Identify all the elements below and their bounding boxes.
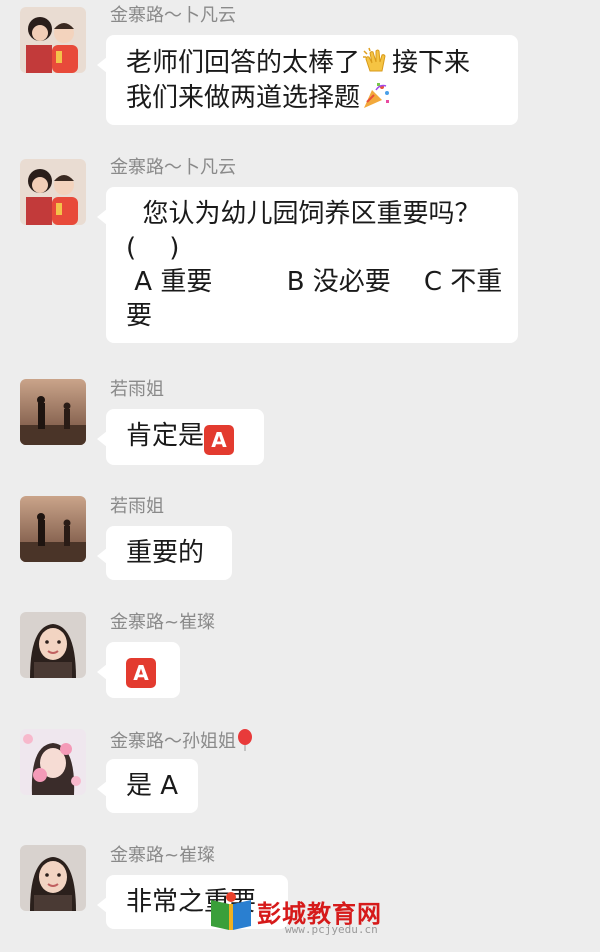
message-line: 要 [126, 299, 498, 333]
message-bubble[interactable]: 您认为幼儿园饲养区重要吗？ ( ) A 重要 B 没必要 C 不重要 [97, 187, 518, 343]
message-line: 肯定是 A [126, 419, 244, 455]
message-text: 肯定是 [126, 421, 205, 451]
message-line: 是 A [126, 769, 178, 803]
sender-name: 金寨路~崔璨 [110, 845, 216, 866]
message-text: 我们来做两道选择题 [126, 83, 361, 113]
message-text: 您认为幼儿园饲养区重要吗？ [126, 199, 481, 229]
party-popper-icon [360, 80, 392, 112]
girl-portrait-avatar[interactable] [20, 612, 86, 678]
girl-portrait-avatar[interactable] [20, 845, 86, 911]
message-bubble[interactable]: 肯定是 A [97, 409, 264, 465]
message-text: 重要的 [126, 538, 205, 568]
message-bubble[interactable]: 老师们回答的太棒了 接下来我们来做两道选择题 [97, 35, 518, 125]
mother-and-child-avatar[interactable] [20, 7, 86, 73]
girl-with-stickers-avatar[interactable] [20, 729, 86, 795]
message-text: A 重要 B 没必要 C 不重 [126, 267, 503, 297]
book-logo-icon [211, 892, 251, 930]
message-bubble[interactable]: A [97, 642, 180, 698]
a-button-emoji-icon: A [126, 658, 156, 688]
site-watermark: 彭城教育网 www.pcjyedu.cn [205, 890, 405, 940]
clapping-hands-icon [360, 45, 392, 77]
sender-name: 若雨姐 [110, 379, 164, 400]
message-line: A [126, 652, 160, 688]
message-bubble[interactable]: 重要的 [97, 526, 232, 580]
message-bubble[interactable]: 是 A [97, 759, 198, 813]
sunset-landscape-avatar[interactable] [20, 379, 86, 445]
message-text: ( ) [126, 233, 180, 263]
sunset-landscape-avatar[interactable] [20, 496, 86, 562]
message-text: 接下来 [392, 48, 471, 78]
sender-name: 金寨路～孙姐姐 [110, 729, 254, 753]
message-line: 重要的 [126, 536, 212, 570]
message-text: 是 A [126, 771, 179, 801]
message-line: A 重要 B 没必要 C 不重 [126, 265, 502, 299]
message-line: 您认为幼儿园饲养区重要吗？ [126, 197, 498, 231]
sender-name: 若雨姐 [110, 496, 164, 517]
message-line: ( ) [126, 231, 498, 265]
message-line: 我们来做两道选择题 [126, 80, 498, 115]
sender-name: 金寨路~崔璨 [110, 612, 216, 633]
message-text: 老师们回答的太棒了 [126, 48, 361, 78]
sender-name: 金寨路～卜凡云 [110, 5, 236, 26]
watermark-url: www.pcjyedu.cn [285, 923, 378, 936]
mother-and-child-avatar[interactable] [20, 159, 86, 225]
a-button-emoji-icon: A [204, 425, 235, 455]
sender-name: 金寨路～卜凡云 [110, 157, 236, 178]
chat-history[interactable]: 金寨路～卜凡云 老师们回答的太棒了 接下来 我们来做两道选择题 金寨路～卜凡云 您认为幼… [0, 0, 600, 952]
message-text: 要 [126, 301, 153, 331]
message-line: 老师们回答的太棒了 接下来 [126, 45, 498, 80]
balloon-icon [236, 729, 254, 751]
